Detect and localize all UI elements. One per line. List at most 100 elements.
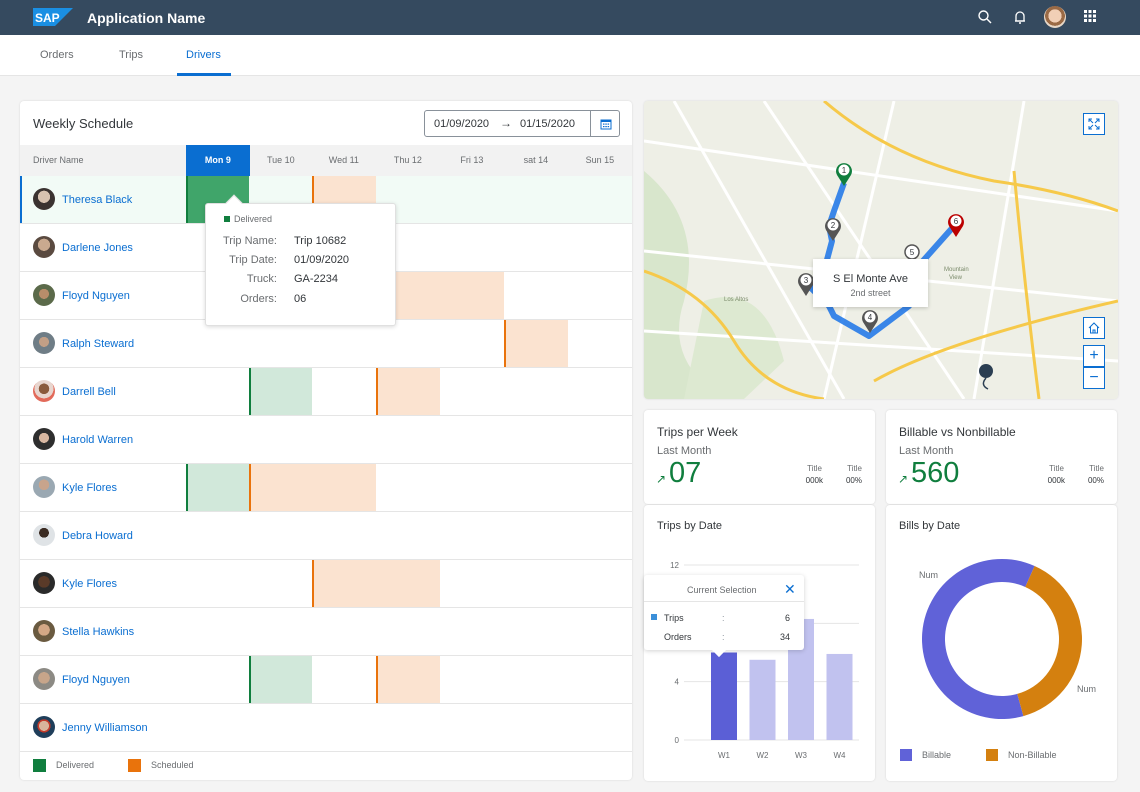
truck-label: Truck: [246,273,277,285]
column-sat[interactable]: sat 14 [504,145,568,176]
driver-name[interactable]: Stella Hawkins [62,626,134,638]
popover-title: Current Selection [687,585,757,595]
driver-name[interactable]: Darrell Bell [62,386,116,398]
kpi-meta-value: 000k [1047,476,1065,485]
kpi-value: 07 [669,457,702,489]
callout-subtitle: 2nd street [850,288,891,298]
trip-status: Delivered [224,214,272,224]
column-wed[interactable]: Wed 11 [312,145,376,176]
x-tick-label: W1 [718,751,731,760]
date-to[interactable]: 01/15/2020 [520,118,575,130]
date-range-picker[interactable]: 01/09/2020 → 01/15/2020 [424,110,620,137]
date-from[interactable]: 01/09/2020 [434,118,489,130]
zoom-in-button[interactable]: + [1083,345,1105,367]
nonbillable-swatch [986,749,998,761]
driver-row[interactable]: Harold Warren [20,416,632,464]
current-selection-popover: Current Selection ✕ Trips : 6 Orders : 3… [644,575,804,658]
svg-text:5: 5 [910,248,915,257]
driver-name[interactable]: Jenny Williamson [62,722,148,734]
bell-icon[interactable] [1012,9,1030,27]
svg-text:1: 1 [842,166,847,175]
shell-bar: SAP Application Name [0,0,1140,35]
column-mon[interactable]: Mon 9 [186,145,250,176]
home-button[interactable] [1083,317,1105,339]
driver-row[interactable]: Ralph Steward [20,320,632,368]
map-pin-2[interactable]: 2 [825,218,841,241]
legend-nonbillable[interactable]: Non-Billable [1008,750,1057,760]
delivered-trip-bar[interactable] [249,656,312,703]
driver-row[interactable]: Floyd Nguyen [20,656,632,704]
driver-name[interactable]: Harold Warren [62,434,133,446]
driver-name[interactable]: Ralph Steward [62,338,134,350]
driver-name[interactable]: Debra Howard [62,530,133,542]
grid-menu-icon[interactable] [1083,9,1101,27]
column-thu[interactable]: Thu 12 [376,145,440,176]
driver-name[interactable]: Theresa Black [62,194,132,206]
legend-billable[interactable]: Billable [922,750,951,760]
svg-text:6: 6 [954,217,959,226]
fullscreen-button[interactable] [1083,113,1105,135]
sap-logo[interactable]: SAP [33,8,73,26]
orders-value: 34 [779,632,790,642]
column-fri[interactable]: Fri 13 [440,145,504,176]
tab-orders[interactable]: Orders [40,49,74,61]
trip-details-popover: Delivered Trip Name: Trip 10682 Trip Dat… [205,194,396,326]
delivered-trip-bar[interactable] [186,464,249,511]
driver-location-marker[interactable] [979,364,993,390]
map-pin-3[interactable]: 3 [798,273,814,296]
avatar [33,332,55,354]
bills-donut-chart [922,559,1082,719]
driver-row[interactable]: Kyle Flores [20,464,632,512]
scheduled-trip-bar[interactable] [504,320,568,367]
avatar [33,716,55,738]
map-pin-5[interactable]: 5 [904,244,920,260]
column-driver-name[interactable]: Driver Name [33,145,84,176]
driver-name[interactable]: Darlene Jones [62,242,133,254]
avatar [33,188,55,210]
driver-row[interactable]: Stella Hawkins [20,608,632,656]
avatar [33,236,55,258]
driver-row[interactable]: Debra Howard [20,512,632,560]
column-tue[interactable]: Tue 10 [249,145,313,176]
bar-w4[interactable] [826,653,853,740]
arrow-right-icon: → [500,116,512,130]
close-icon[interactable]: ✕ [784,581,796,598]
kpi-trips-per-week[interactable]: Trips per Week Last Month ↗ 07 Title 000… [644,410,875,504]
scheduled-trip-bar[interactable] [376,368,440,415]
tab-trips[interactable]: Trips [119,49,143,61]
delivered-trip-bar[interactable] [249,368,312,415]
delivered-swatch [33,759,46,772]
kpi-billable-vs-nonbillable[interactable]: Billable vs Nonbillable Last Month ↗ 560… [886,410,1117,504]
calendar-icon[interactable] [590,111,620,136]
map-pin-1[interactable]: 1 [836,163,852,186]
svg-text:4: 4 [868,313,873,322]
driver-row[interactable]: Jenny Williamson [20,704,632,752]
driver-name[interactable]: Kyle Flores [62,578,117,590]
driver-name[interactable]: Floyd Nguyen [62,290,130,302]
user-avatar[interactable] [1044,6,1066,28]
scheduled-trip-bar[interactable] [376,656,440,703]
driver-name[interactable]: Floyd Nguyen [62,674,130,686]
x-tick-label: W4 [834,751,847,760]
svg-text:SAP: SAP [35,11,60,25]
bar-w1[interactable] [711,652,737,741]
map-pin-6[interactable]: 6 [948,214,964,237]
map-pin-4[interactable]: 4 [862,310,878,333]
scheduled-trip-bar[interactable] [249,464,376,511]
search-icon[interactable] [977,9,995,27]
column-sun[interactable]: Sun 15 [568,145,632,176]
driver-row[interactable]: Kyle Flores [20,560,632,608]
kpi-meta-title: Title [847,464,862,473]
billable-swatch [900,749,912,761]
route-map[interactable]: Los Altos Mountain View 1 2 3 4 5 6 S El… [644,101,1118,399]
trip-name-label: Trip Name: [223,235,277,247]
kpi-meta-title: Title [1089,464,1104,473]
tab-drivers[interactable]: Drivers [186,49,221,61]
slice-label-billable: Num [919,570,939,580]
driver-row[interactable]: Darrell Bell [20,368,632,416]
scheduled-trip-bar[interactable] [312,560,440,607]
zoom-out-button[interactable]: − [1083,367,1105,389]
driver-name[interactable]: Kyle Flores [62,482,117,494]
slice-non-billable[interactable] [1017,565,1082,717]
bar-w2[interactable] [749,659,776,740]
